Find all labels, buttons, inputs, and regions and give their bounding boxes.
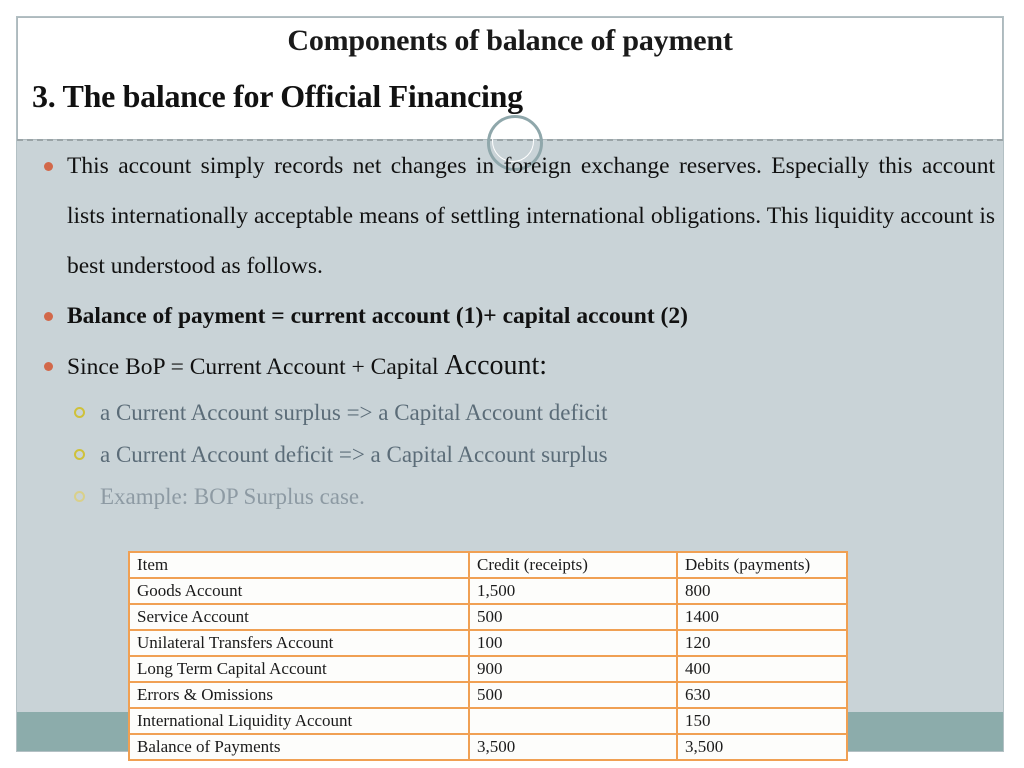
table-row: Balance of Payments 3,500 3,500: [128, 733, 848, 761]
bullet-item: This account simply records net changes …: [30, 141, 995, 291]
table-cell: 150: [676, 707, 848, 735]
table-cell: 1,500: [468, 577, 678, 605]
sub-bullet-ring-icon: [74, 491, 85, 502]
bullet-text: Since BoP = Current Account + Capital: [67, 354, 445, 380]
slide: Components of balance of payment 3. The …: [0, 0, 1024, 768]
table-cell: 1400: [676, 603, 848, 631]
bullet-dot-icon: [44, 162, 53, 171]
bop-table: Item Credit (receipts) Debits (payments) Go…: [128, 551, 848, 761]
table-row: Goods Account 1,500 800: [128, 577, 848, 605]
bullet-text: Balance of payment = current account (1)…: [67, 303, 688, 329]
table-row: Long Term Capital Account 900 400: [128, 655, 848, 683]
table-row: Unilateral Transfers Account 100 120: [128, 629, 848, 657]
section-heading: 3. The balance for Official Financing: [32, 78, 523, 114]
sub-bullet-ring-icon: [74, 407, 85, 418]
sub-bullet-item: a Current Account deficit => a Capital A…: [30, 434, 995, 476]
table-cell: 500: [468, 681, 678, 709]
table-cell: 800: [676, 577, 848, 605]
bullet-text-emphasis: Account:: [444, 350, 548, 381]
bullet-item: Balance of payment = current account (1)…: [30, 291, 995, 341]
table-cell: Errors & Omissions: [128, 681, 470, 709]
table-row: Service Account 500 1400: [128, 603, 848, 631]
table-row: International Liquidity Account 150: [128, 707, 848, 735]
table-cell: 630: [676, 681, 848, 709]
table-cell: International Liquidity Account: [128, 707, 470, 735]
sub-bullet-text: a Current Account deficit => a Capital A…: [100, 442, 608, 467]
sub-bullet-item: Example: BOP Surplus case.: [30, 476, 995, 518]
table-header-cell: Credit (receipts): [468, 551, 678, 579]
table-cell: Unilateral Transfers Account: [128, 629, 470, 657]
table-header-cell: Item: [128, 551, 470, 579]
table-header-cell: Debits (payments): [676, 551, 848, 579]
bop-table-container: Item Credit (receipts) Debits (payments) Go…: [128, 551, 848, 761]
table-cell: 400: [676, 655, 848, 683]
table-cell: 3,500: [676, 733, 848, 761]
bullet-dot-icon: [44, 362, 53, 371]
sub-bullet-ring-icon: [74, 449, 85, 460]
table-cell: 500: [468, 603, 678, 631]
table-cell: Goods Account: [128, 577, 470, 605]
table-cell: 900: [468, 655, 678, 683]
table-cell: [468, 707, 678, 735]
table-cell: 120: [676, 629, 848, 657]
sub-bullet-item: a Current Account surplus => a Capital A…: [30, 392, 995, 434]
table-cell: Balance of Payments: [128, 733, 470, 761]
table-cell: 100: [468, 629, 678, 657]
bullet-text: This account simply records net changes …: [67, 153, 995, 279]
slide-title: Components of balance of payment: [287, 24, 733, 57]
table-cell: Long Term Capital Account: [128, 655, 470, 683]
table-cell: 3,500: [468, 733, 678, 761]
table-cell: Service Account: [128, 603, 470, 631]
bullet-item: Since BoP = Current Account + Capital Ac…: [30, 341, 995, 392]
content-list: This account simply records net changes …: [30, 141, 995, 518]
bullet-dot-icon: [44, 312, 53, 321]
table-row: Errors & Omissions 500 630: [128, 681, 848, 709]
sub-bullet-text: Example: BOP Surplus case.: [100, 484, 365, 509]
table-header-row: Item Credit (receipts) Debits (payments): [128, 551, 848, 579]
sub-bullet-text: a Current Account surplus => a Capital A…: [100, 400, 608, 425]
